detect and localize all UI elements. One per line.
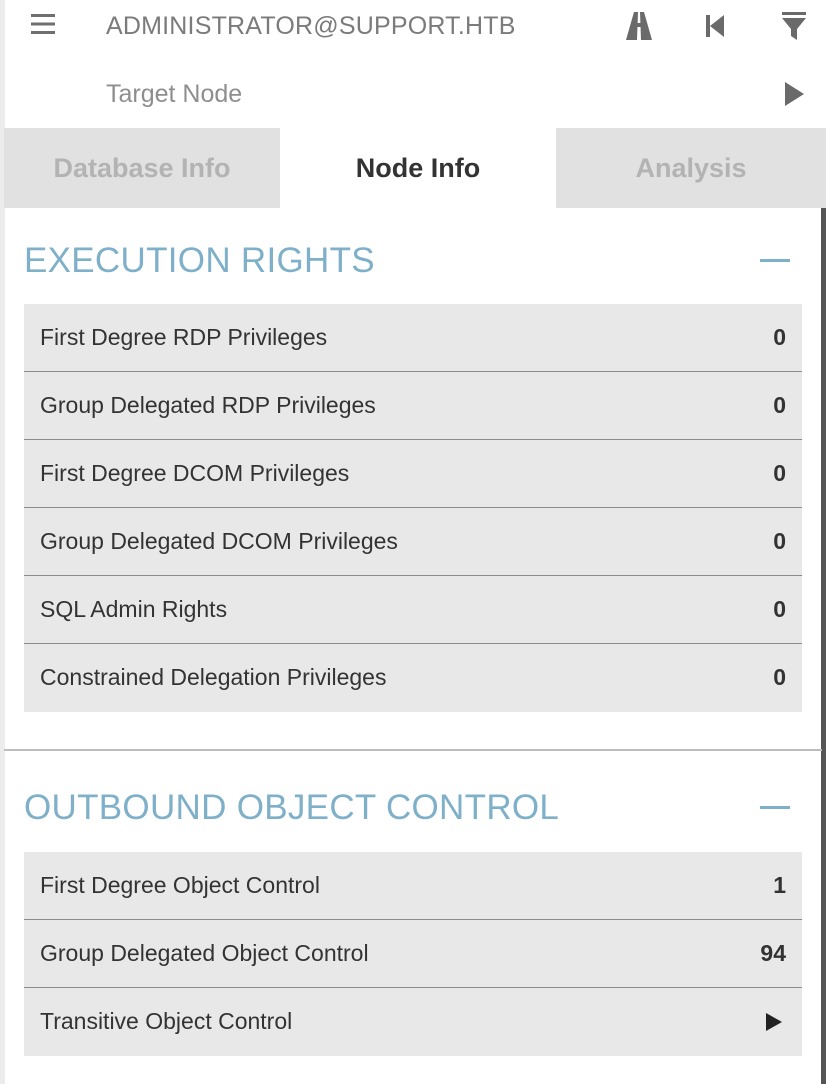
- tab-database-info[interactable]: Database Info: [4, 128, 280, 208]
- table-row[interactable]: Group Delegated Object Control 94: [24, 920, 802, 988]
- hamburger-menu-icon[interactable]: [30, 11, 56, 37]
- outbound-object-control-header[interactable]: OUTBOUND OBJECT CONTROL: [24, 778, 802, 838]
- table-row[interactable]: Transitive Object Control: [24, 988, 802, 1056]
- row-label: Group Delegated DCOM Privileges: [40, 528, 398, 554]
- node-info-panel: ADMINISTRATOR@SUPPORT.HTB Target Node Da…: [0, 0, 826, 1084]
- panel-right-edge: [821, 208, 826, 1084]
- table-row[interactable]: First Degree Object Control 1: [24, 852, 802, 920]
- row-value: 0: [773, 596, 786, 622]
- outbound-object-control-title: OUTBOUND OBJECT CONTROL: [24, 788, 560, 827]
- play-icon[interactable]: [782, 80, 806, 108]
- row-label: SQL Admin Rights: [40, 596, 228, 622]
- row-label: Constrained Delegation Privileges: [40, 664, 387, 690]
- road-icon[interactable]: [621, 8, 657, 44]
- table-row[interactable]: First Degree DCOM Privileges 0: [24, 440, 802, 508]
- table-row[interactable]: Constrained Delegation Privileges 0: [24, 644, 802, 712]
- collapse-icon[interactable]: [760, 796, 790, 820]
- row-label: First Degree Object Control: [40, 872, 320, 898]
- collapse-icon[interactable]: [760, 249, 790, 273]
- filter-icon[interactable]: [776, 8, 812, 44]
- execution-rights-title: EXECUTION RIGHTS: [24, 241, 375, 280]
- row-label: First Degree DCOM Privileges: [40, 460, 350, 486]
- row-value: 94: [760, 940, 786, 966]
- tab-bar: Database Info Node Info Analysis: [4, 128, 826, 208]
- row-value: 1: [773, 872, 786, 898]
- execution-rights-header[interactable]: EXECUTION RIGHTS: [24, 231, 802, 291]
- start-node-search-row: ADMINISTRATOR@SUPPORT.HTB: [0, 0, 826, 54]
- tab-analysis[interactable]: Analysis: [556, 128, 826, 208]
- row-value: 0: [773, 392, 786, 418]
- outbound-object-control-table: First Degree Object Control 1 Group Dele…: [24, 852, 802, 1056]
- row-label: Group Delegated RDP Privileges: [40, 392, 376, 418]
- play-icon[interactable]: [764, 1011, 784, 1033]
- row-label: Group Delegated Object Control: [40, 940, 369, 966]
- row-value: 0: [773, 664, 786, 690]
- start-node-input[interactable]: ADMINISTRATOR@SUPPORT.HTB: [106, 8, 516, 44]
- table-row[interactable]: First Degree RDP Privileges 0: [24, 304, 802, 372]
- row-value: 0: [773, 528, 786, 554]
- table-row[interactable]: Group Delegated RDP Privileges 0: [24, 372, 802, 440]
- target-node-input[interactable]: [106, 76, 746, 112]
- row-value: 0: [773, 324, 786, 350]
- row-label: Transitive Object Control: [40, 1008, 293, 1034]
- row-label: First Degree RDP Privileges: [40, 324, 328, 350]
- tab-node-info[interactable]: Node Info: [280, 128, 556, 208]
- table-row[interactable]: Group Delegated DCOM Privileges 0: [24, 508, 802, 576]
- row-value: 0: [773, 460, 786, 486]
- target-node-row: [0, 70, 826, 118]
- execution-rights-table: First Degree RDP Privileges 0 Group Dele…: [24, 304, 802, 712]
- section-divider: [4, 749, 822, 751]
- step-backward-icon[interactable]: [697, 8, 733, 44]
- table-row[interactable]: SQL Admin Rights 0: [24, 576, 802, 644]
